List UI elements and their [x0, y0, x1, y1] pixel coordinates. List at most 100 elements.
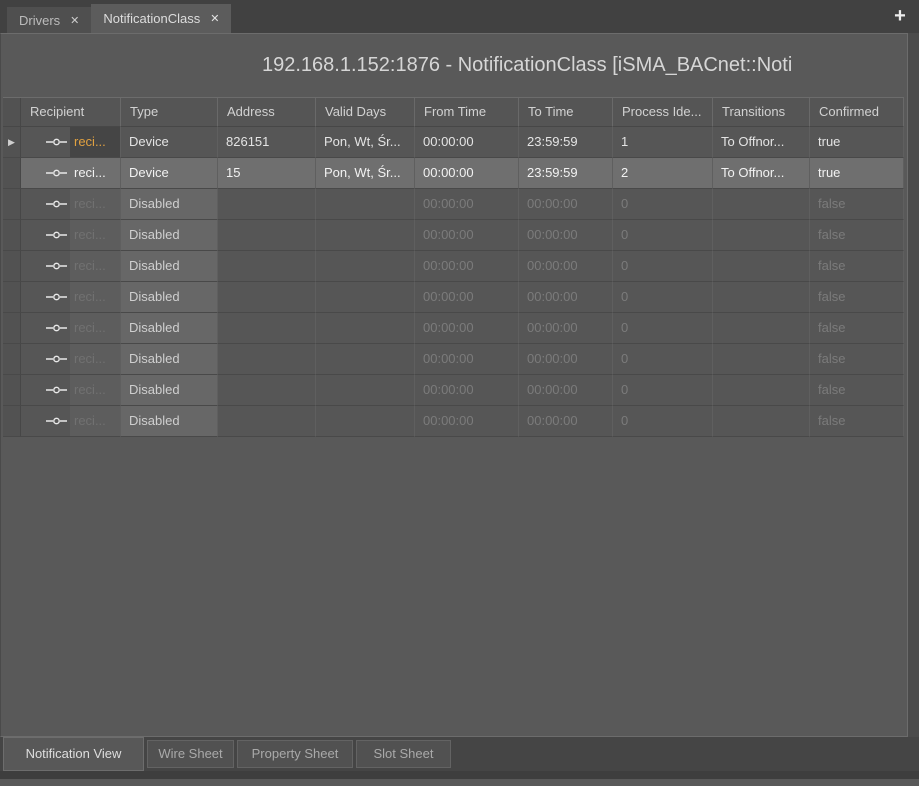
cell-transitions[interactable]	[713, 375, 810, 406]
cell-type[interactable]: Disabled	[121, 220, 218, 251]
cell-address[interactable]	[218, 282, 316, 313]
cell-from_time[interactable]: 00:00:00	[415, 406, 519, 437]
cell-process_id[interactable]: 0	[613, 251, 713, 282]
cell-to_time[interactable]: 23:59:59	[519, 127, 613, 158]
header-cell-process-ide[interactable]: Process Ide...	[613, 98, 713, 127]
header-cell-address[interactable]: Address	[218, 98, 316, 127]
cell-from_time[interactable]: 00:00:00	[415, 251, 519, 282]
cell-from_time[interactable]: 00:00:00	[415, 158, 519, 189]
cell-to_time[interactable]: 00:00:00	[519, 251, 613, 282]
cell-confirmed[interactable]: false	[810, 344, 904, 375]
cell-transitions[interactable]: To Offnor...	[713, 158, 810, 189]
cell-process_id[interactable]: 2	[613, 158, 713, 189]
cell-process_id[interactable]: 0	[613, 189, 713, 220]
tab-notificationclass[interactable]: NotificationClass✕	[91, 4, 231, 33]
cell-process_id[interactable]: 0	[613, 282, 713, 313]
cell-valid_days[interactable]	[316, 313, 415, 344]
cell-type[interactable]: Disabled	[121, 189, 218, 220]
cell-valid_days[interactable]	[316, 375, 415, 406]
cell-valid_days[interactable]	[316, 220, 415, 251]
cell-to_time[interactable]: 23:59:59	[519, 158, 613, 189]
cell-to_time[interactable]: 00:00:00	[519, 344, 613, 375]
cell-to_time[interactable]: 00:00:00	[519, 375, 613, 406]
cell-confirmed[interactable]: true	[810, 158, 904, 189]
cell-from_time[interactable]: 00:00:00	[415, 375, 519, 406]
recipient-cell[interactable]: reci...	[21, 220, 121, 251]
view-tab-wire-sheet[interactable]: Wire Sheet	[147, 740, 234, 768]
cell-valid_days[interactable]: Pon, Wt, Śr...	[316, 127, 415, 158]
cell-confirmed[interactable]: false	[810, 375, 904, 406]
cell-process_id[interactable]: 0	[613, 313, 713, 344]
cell-valid_days[interactable]	[316, 189, 415, 220]
header-cell-type[interactable]: Type	[121, 98, 218, 127]
recipient-cell[interactable]: reci...	[21, 158, 121, 189]
cell-process_id[interactable]: 0	[613, 344, 713, 375]
cell-from_time[interactable]: 00:00:00	[415, 313, 519, 344]
cell-address[interactable]	[218, 406, 316, 437]
cell-transitions[interactable]	[713, 406, 810, 437]
recipient-cell[interactable]: reci...	[21, 406, 121, 437]
cell-type[interactable]: Disabled	[121, 344, 218, 375]
cell-to_time[interactable]: 00:00:00	[519, 406, 613, 437]
cell-type[interactable]: Device	[121, 127, 218, 158]
recipient-cell[interactable]: reci...	[21, 189, 121, 220]
header-cell-valid-days[interactable]: Valid Days	[316, 98, 415, 127]
header-cell-confirmed[interactable]: Confirmed	[810, 98, 904, 127]
cell-process_id[interactable]: 0	[613, 220, 713, 251]
row-selector-cell[interactable]	[3, 344, 21, 375]
cell-type[interactable]: Device	[121, 158, 218, 189]
cell-process_id[interactable]: 1	[613, 127, 713, 158]
cell-valid_days[interactable]	[316, 282, 415, 313]
cell-process_id[interactable]: 0	[613, 406, 713, 437]
cell-confirmed[interactable]: true	[810, 127, 904, 158]
cell-confirmed[interactable]: false	[810, 251, 904, 282]
cell-type[interactable]: Disabled	[121, 251, 218, 282]
view-tab-property-sheet[interactable]: Property Sheet	[237, 740, 353, 768]
row-selector-cell[interactable]	[3, 251, 21, 282]
cell-transitions[interactable]	[713, 189, 810, 220]
row-selector-cell[interactable]	[3, 313, 21, 344]
close-icon[interactable]: ✕	[70, 14, 79, 27]
recipient-cell[interactable]: reci...	[21, 127, 121, 158]
add-tab-button[interactable]: +	[890, 4, 910, 28]
cell-address[interactable]	[218, 220, 316, 251]
cell-valid_days[interactable]	[316, 344, 415, 375]
cell-process_id[interactable]: 0	[613, 375, 713, 406]
row-selector-cell[interactable]	[3, 158, 21, 189]
cell-from_time[interactable]: 00:00:00	[415, 282, 519, 313]
row-selector-cell[interactable]	[3, 375, 21, 406]
tab-drivers[interactable]: Drivers✕	[7, 7, 91, 33]
recipient-cell[interactable]: reci...	[21, 313, 121, 344]
cell-transitions[interactable]	[713, 251, 810, 282]
cell-type[interactable]: Disabled	[121, 406, 218, 437]
cell-valid_days[interactable]: Pon, Wt, Śr...	[316, 158, 415, 189]
cell-to_time[interactable]: 00:00:00	[519, 282, 613, 313]
view-tab-slot-sheet[interactable]: Slot Sheet	[356, 740, 451, 768]
view-tab-notification-view[interactable]: Notification View	[3, 737, 144, 771]
header-cell-from-time[interactable]: From Time	[415, 98, 519, 127]
recipient-cell[interactable]: reci...	[21, 375, 121, 406]
cell-to_time[interactable]: 00:00:00	[519, 189, 613, 220]
cell-from_time[interactable]: 00:00:00	[415, 189, 519, 220]
cell-type[interactable]: Disabled	[121, 313, 218, 344]
recipient-cell[interactable]: reci...	[21, 251, 121, 282]
row-selector-cell[interactable]: ▶	[3, 127, 21, 158]
cell-transitions[interactable]	[713, 220, 810, 251]
cell-confirmed[interactable]: false	[810, 220, 904, 251]
cell-from_time[interactable]: 00:00:00	[415, 127, 519, 158]
recipient-cell[interactable]: reci...	[21, 344, 121, 375]
cell-address[interactable]	[218, 189, 316, 220]
cell-transitions[interactable]	[713, 313, 810, 344]
cell-address[interactable]	[218, 344, 316, 375]
cell-transitions[interactable]: To Offnor...	[713, 127, 810, 158]
close-icon[interactable]: ✕	[210, 12, 219, 25]
cell-from_time[interactable]: 00:00:00	[415, 344, 519, 375]
row-selector-cell[interactable]	[3, 189, 21, 220]
cell-address[interactable]	[218, 375, 316, 406]
cell-valid_days[interactable]	[316, 406, 415, 437]
header-cell-recipient[interactable]: Recipient	[21, 98, 121, 127]
cell-address[interactable]	[218, 313, 316, 344]
cell-address[interactable]: 15	[218, 158, 316, 189]
cell-valid_days[interactable]	[316, 251, 415, 282]
row-selector-cell[interactable]	[3, 282, 21, 313]
